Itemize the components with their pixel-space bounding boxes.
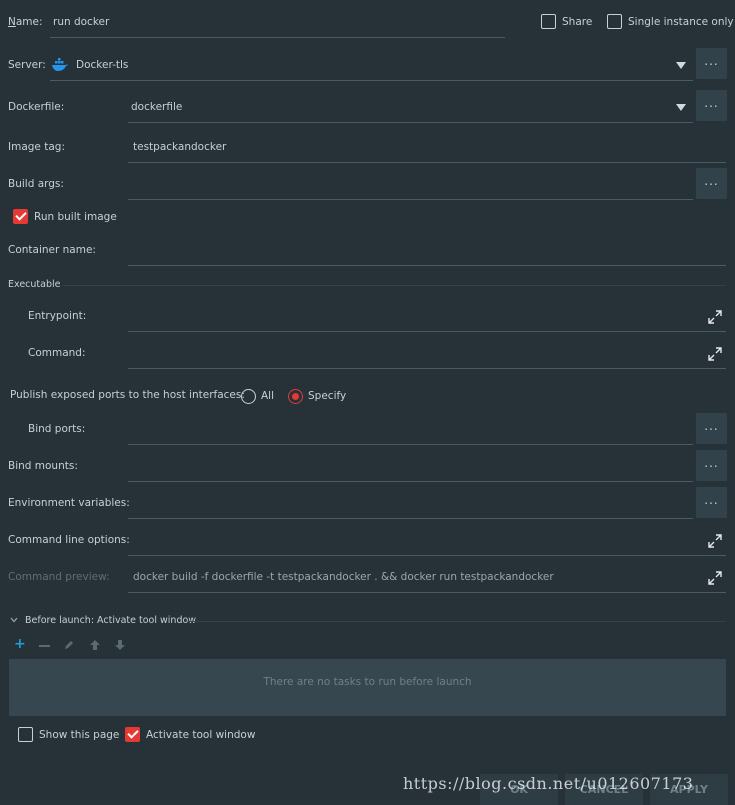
executable-section-label: Executable [8, 279, 61, 290]
publish-specify-label: Specify [308, 390, 347, 402]
publish-specify-radio[interactable] [288, 389, 303, 404]
docker-whale-icon [52, 58, 68, 71]
edit-icon[interactable] [63, 639, 75, 651]
container-name-label: Container name: [8, 244, 96, 256]
bind-ports-field[interactable] [128, 415, 693, 445]
env-vars-field[interactable] [128, 489, 693, 519]
expand-icon[interactable] [708, 571, 722, 585]
run-built-image-label: Run built image [34, 211, 117, 223]
command-label: Command: [28, 347, 86, 359]
image-tag-value: testpackandocker [133, 141, 227, 153]
before-launch-title[interactable]: Before launch: Activate tool window [25, 615, 196, 626]
server-label: Server: [8, 59, 46, 71]
entrypoint-field[interactable] [128, 302, 726, 332]
expand-icon[interactable] [708, 310, 722, 324]
expand-icon[interactable] [708, 534, 722, 548]
server-browse-button[interactable]: ... [696, 48, 727, 79]
server-value: Docker-tls [76, 59, 129, 71]
empty-tasks-text: There are no tasks to run before launch [263, 676, 472, 688]
run-built-image-checkbox[interactable] [13, 209, 28, 224]
chevron-down-icon [676, 62, 686, 69]
before-launch-divider [188, 621, 726, 622]
build-args-browse-button[interactable]: ... [696, 168, 727, 199]
move-down-icon[interactable] [114, 639, 126, 651]
activate-tool-window-checkbox[interactable] [125, 727, 140, 742]
share-label: Share [562, 16, 593, 28]
remove-icon[interactable] [39, 645, 50, 647]
entrypoint-label: Entrypoint: [28, 310, 87, 322]
move-up-icon[interactable] [89, 639, 101, 651]
command-field[interactable] [128, 339, 726, 369]
publish-all-label: All [261, 390, 275, 402]
name-field[interactable]: run docker [50, 10, 505, 38]
bind-ports-label: Bind ports: [28, 423, 86, 435]
show-this-page-checkbox[interactable] [18, 727, 33, 742]
name-value: run docker [53, 16, 110, 28]
executable-divider [62, 285, 726, 286]
env-vars-label: Environment variables: [8, 497, 130, 509]
image-tag-label: Image tag: [8, 141, 65, 153]
publish-all-radio[interactable] [241, 389, 256, 404]
cmd-options-label: Command line options: [8, 534, 130, 546]
build-args-field[interactable] [128, 170, 693, 200]
cmd-preview-value: docker build -f dockerfile -t testpackan… [133, 571, 554, 583]
publish-ports-label: Publish exposed ports to the host interf… [10, 389, 245, 401]
name-label: Name: [8, 16, 43, 28]
server-select[interactable]: Docker-tls [50, 51, 693, 81]
container-name-field[interactable] [128, 237, 726, 266]
bind-mounts-browse-button[interactable]: ... [696, 450, 727, 481]
share-checkbox[interactable] [541, 14, 556, 29]
cmd-preview-field: docker build -f dockerfile -t testpackan… [128, 563, 726, 593]
dockerfile-browse-button[interactable]: ... [696, 90, 727, 121]
add-icon[interactable]: + [14, 636, 26, 652]
chevron-down-icon [676, 104, 686, 111]
watermark-text: https://blog.csdn.net/u012607173 [403, 774, 694, 793]
single-instance-checkbox[interactable] [607, 14, 622, 29]
build-args-label: Build args: [8, 178, 64, 190]
cmd-options-field[interactable] [128, 526, 726, 556]
dockerfile-select[interactable]: dockerfile [128, 93, 693, 123]
show-this-page-label: Show this page [39, 729, 120, 741]
before-launch-task-list[interactable]: There are no tasks to run before launch [9, 659, 726, 716]
image-tag-field[interactable]: testpackandocker [128, 134, 726, 163]
env-vars-browse-button[interactable]: ... [696, 487, 727, 518]
bind-mounts-field[interactable] [128, 452, 693, 482]
bind-ports-browse-button[interactable]: ... [696, 413, 727, 444]
expand-icon[interactable] [708, 347, 722, 361]
chevron-down-icon[interactable] [10, 617, 18, 623]
dockerfile-value: dockerfile [131, 101, 183, 113]
dockerfile-label: Dockerfile: [8, 101, 65, 113]
bind-mounts-label: Bind mounts: [8, 460, 78, 472]
activate-tool-window-label: Activate tool window [146, 729, 256, 741]
single-instance-label: Single instance only [628, 16, 734, 28]
cmd-preview-label: Command preview: [8, 571, 110, 583]
